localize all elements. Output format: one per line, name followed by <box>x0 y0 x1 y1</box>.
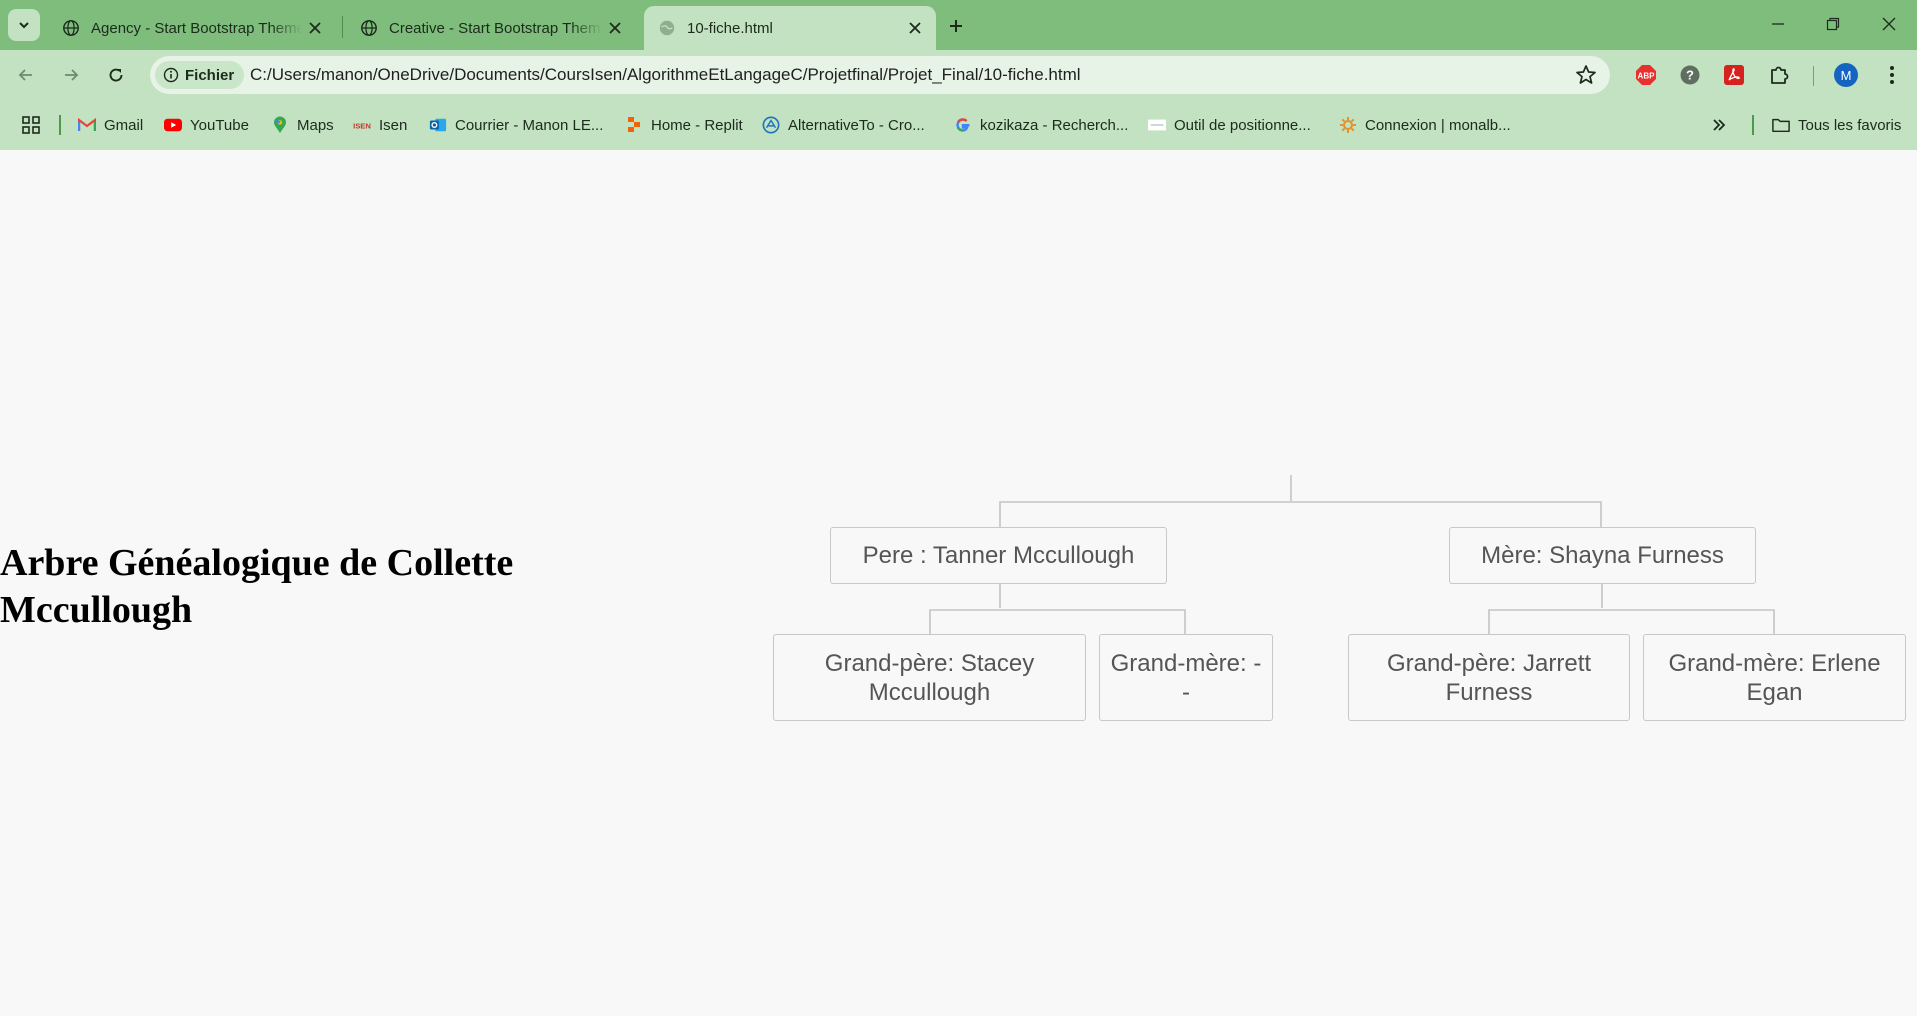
tree-node-father: Pere : Tanner Mccullough <box>830 527 1167 584</box>
tree-node-mother: Mère: Shayna Furness <box>1449 527 1756 584</box>
tree-connectors <box>929 475 1775 634</box>
tree-node-maternal-grandmother: Grand-mère: Erlene Egan <box>1643 634 1906 721</box>
tree-node-paternal-grandmother: Grand-mère: - - <box>1099 634 1273 721</box>
tree-node-paternal-grandfather: Grand-père: Stacey Mccullough <box>773 634 1086 721</box>
tree-node-maternal-grandfather: Grand-père: Jarrett Furness <box>1348 634 1630 721</box>
